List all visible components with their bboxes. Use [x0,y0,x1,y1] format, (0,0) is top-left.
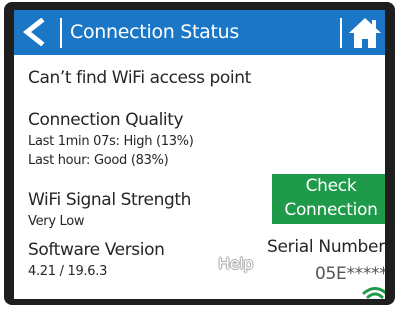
connection-quality-label: Connection Quality [28,110,184,130]
software-version-value: 4.21 / 19.6.3 [28,264,108,279]
screen: Connection Status Can’t find WiFi access… [14,10,385,299]
home-icon [349,18,381,48]
home-button[interactable] [344,10,385,55]
connection-quality-last-hour: Last hour: Good (83%) [28,153,169,168]
wifi-signal-value: Very Low [28,214,85,229]
check-connection-label-line1: Check [305,176,357,196]
connection-quality-last-period: Last 1min 07s: High (13%) [28,134,194,149]
header-bar: Connection Status [14,10,385,55]
status-message: Can’t find WiFi access point [28,68,251,88]
back-button[interactable] [14,10,56,55]
software-version-label: Software Version [28,240,165,260]
check-connection-button[interactable]: Check Connection [272,174,385,224]
help-button[interactable]: Help [218,254,254,273]
serial-number-label: Serial Number [267,237,385,257]
header-divider-left [60,18,62,48]
wifi-signal-label: WiFi Signal Strength [28,190,191,210]
wifi-icon [362,287,385,299]
header-divider-right [340,18,342,48]
page-title: Connection Status [70,21,239,43]
back-arrow-icon [22,18,45,46]
serial-number-value: 05E***** [315,264,385,284]
check-connection-label-line2: Connection [284,200,378,220]
device-frame: Connection Status Can’t find WiFi access… [4,2,395,305]
